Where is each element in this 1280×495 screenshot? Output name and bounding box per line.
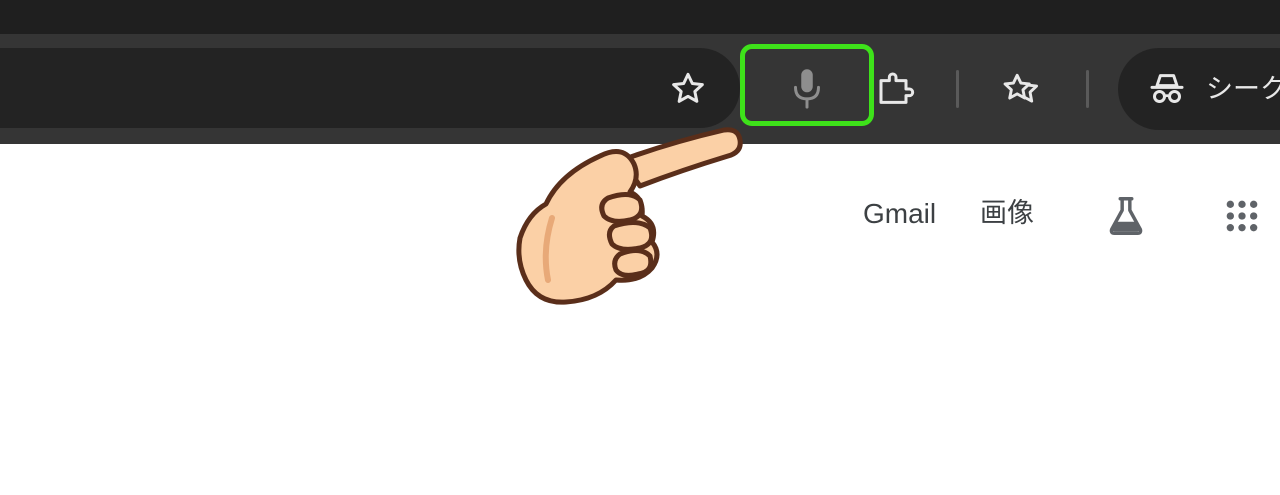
- profile-label: シークレ: [1206, 74, 1280, 105]
- incognito-icon: [1146, 68, 1188, 110]
- browser-window: シークレ Gmail 画像: [0, 0, 1280, 495]
- tab-strip: [0, 0, 1280, 34]
- labs-flask-icon[interactable]: [1100, 192, 1152, 240]
- gmail-link[interactable]: Gmail: [863, 192, 936, 236]
- images-link[interactable]: 画像: [980, 192, 1034, 236]
- toolbar-separator: [956, 70, 959, 108]
- extensions-icon[interactable]: [872, 64, 920, 114]
- toolbar-separator: [1086, 70, 1089, 108]
- star-icon[interactable]: [666, 67, 710, 111]
- pointing-hand-icon: [512, 120, 752, 320]
- address-bar[interactable]: [0, 48, 740, 128]
- apps-grid-icon[interactable]: [1218, 192, 1266, 240]
- bookmarks-icon[interactable]: [998, 66, 1046, 112]
- highlight-box: [740, 44, 874, 126]
